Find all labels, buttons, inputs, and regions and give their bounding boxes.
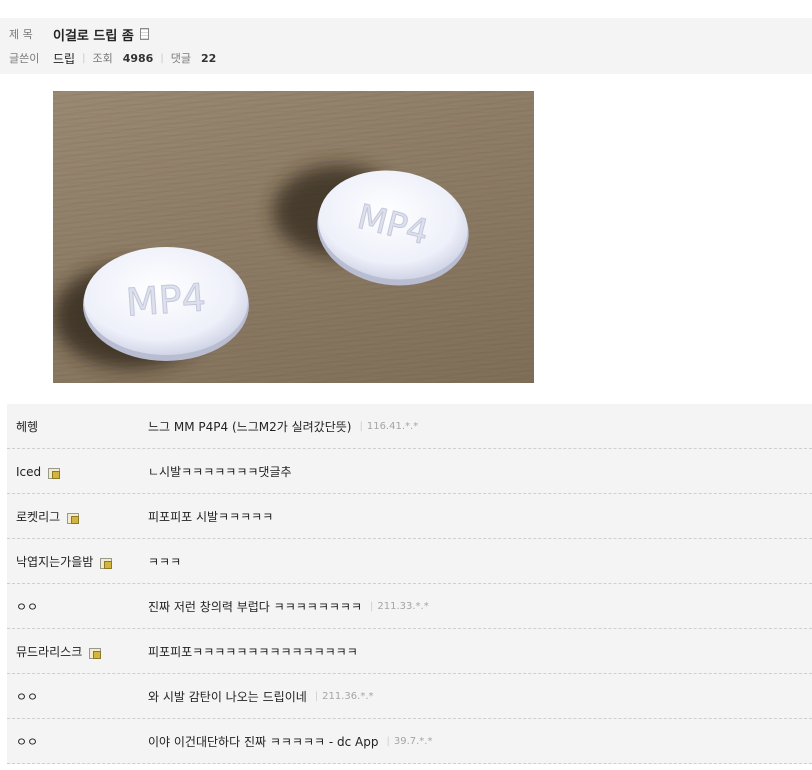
comment-row: 뮤드라리스크 피포피포ㅋㅋㅋㅋㅋㅋㅋㅋㅋㅋㅋㅋㅋㅋㅋ xyxy=(7,629,812,674)
post-header: 제 목 이걸로 드립 좀 글쓴이 드립 | 조회 4986 | 댓글 22 xyxy=(0,18,812,74)
post-image[interactable]: MP4 MP4 xyxy=(53,91,534,383)
comment-ip: 116.41.*.* xyxy=(366,421,419,432)
post-title: 이걸로 드립 좀 xyxy=(53,28,134,44)
comment-text: 피포피포ㅋㅋㅋㅋㅋㅋㅋㅋㅋㅋㅋㅋㅋㅋㅋ xyxy=(148,645,358,659)
comments-count: 22 xyxy=(200,51,217,65)
comment-author-name: 뮤드라리스크 xyxy=(16,645,83,659)
comment-body: 느그 MM P4P4 (느그M2가 실려갔단뜻) | 116.41.*.* xyxy=(148,404,418,449)
comment-author[interactable]: 헤헹 xyxy=(16,404,38,449)
gallog-icon[interactable] xyxy=(100,558,113,569)
comment-row: 낙엽지는가을밤 ㅋㅋㅋ xyxy=(7,539,812,584)
comment-text: 이야 이건대단하다 진짜 ㅋㅋㅋㅋㅋ - dc App xyxy=(148,735,379,749)
comment-body: 이야 이건대단하다 진짜 ㅋㅋㅋㅋㅋ - dc App | 39.7.*.* xyxy=(148,719,432,764)
post-title-row: 제 목 이걸로 드립 좀 xyxy=(9,24,149,44)
comment-author-name: ㅇㅇ xyxy=(16,600,39,614)
comment-author-name: 로켓리그 xyxy=(16,510,61,524)
title-label: 제 목 xyxy=(9,28,33,41)
post-meta-row: 글쓴이 드립 | 조회 4986 | 댓글 22 xyxy=(9,48,216,68)
comment-author[interactable]: ㅇㅇ xyxy=(16,674,38,719)
comment-body: 진짜 저런 창의력 부럽다 ㅋㅋㅋㅋㅋㅋㅋㅋ | 211.33.*.* xyxy=(148,584,429,629)
comment-text: 진짜 저런 창의력 부럽다 ㅋㅋㅋㅋㅋㅋㅋㅋ xyxy=(148,600,362,614)
comment-ip: 211.33.*.* xyxy=(377,601,429,612)
document-icon xyxy=(139,28,149,40)
views-count: 4986 xyxy=(122,51,154,65)
comment-text: 느그 MM P4P4 (느그M2가 실려갔단뜻) xyxy=(148,420,352,434)
comment-author-name: 낙엽지는가을밤 xyxy=(16,555,94,569)
comment-author[interactable]: 로켓리그 xyxy=(16,494,80,539)
divider: | xyxy=(82,52,86,64)
pill-left: MP4 xyxy=(83,247,249,361)
comment-row: 헤헹 느그 MM P4P4 (느그M2가 실려갔단뜻) | 116.41.*.* xyxy=(7,404,812,449)
divider: | xyxy=(359,421,363,432)
comment-author-name: ㅇㅇ xyxy=(16,690,39,704)
comment-body: ㄴ시발ㅋㅋㅋㅋㅋㅋㅋ댓글추 xyxy=(148,449,292,494)
comment-text: ㅋㅋㅋ xyxy=(148,555,182,569)
comment-author-name: ㅇㅇ xyxy=(16,735,39,749)
pill-imprint: MP4 xyxy=(125,275,208,324)
divider: | xyxy=(386,736,390,747)
comments-label: 댓글 xyxy=(170,52,191,65)
author-label: 글쓴이 xyxy=(9,52,40,65)
gallog-icon[interactable] xyxy=(67,513,80,524)
gallog-icon[interactable] xyxy=(48,468,61,479)
comment-text: ㄴ시발ㅋㅋㅋㅋㅋㅋㅋ댓글추 xyxy=(148,465,292,479)
comment-row: Iced ㄴ시발ㅋㅋㅋㅋㅋㅋㅋ댓글추 xyxy=(7,449,812,494)
pills-photo: MP4 MP4 xyxy=(53,165,469,368)
comment-row: ㅇㅇ 와 시발 감탄이 나오는 드립이네 | 211.36.*.* xyxy=(7,674,812,719)
comment-row: ㅇㅇ 이야 이건대단하다 진짜 ㅋㅋㅋㅋㅋ - dc App | 39.7.*.* xyxy=(7,719,812,764)
comment-ip: 39.7.*.* xyxy=(393,736,433,747)
views-label: 조회 xyxy=(92,52,113,65)
comment-text: 피포피포 시발ㅋㅋㅋㅋㅋ xyxy=(148,510,274,524)
comment-body: 피포피포ㅋㅋㅋㅋㅋㅋㅋㅋㅋㅋㅋㅋㅋㅋㅋ xyxy=(148,629,358,674)
comment-row: ㅇㅇ 진짜 저런 창의력 부럽다 ㅋㅋㅋㅋㅋㅋㅋㅋ | 211.33.*.* xyxy=(7,584,812,629)
comment-row: 로켓리그 피포피포 시발ㅋㅋㅋㅋㅋ xyxy=(7,494,812,539)
comment-author-name: Iced xyxy=(16,464,42,479)
comment-author[interactable]: Iced xyxy=(16,449,61,494)
comment-author-name: 헤헹 xyxy=(16,420,39,434)
gallog-icon[interactable] xyxy=(89,648,102,659)
comment-author[interactable]: 낙엽지는가을밤 xyxy=(16,539,113,584)
divider: | xyxy=(369,601,374,612)
comment-list: 헤헹 느그 MM P4P4 (느그M2가 실려갔단뜻) | 116.41.*.* I… xyxy=(7,404,812,764)
comment-body: 피포피포 시발ㅋㅋㅋㅋㅋ xyxy=(148,494,273,539)
divider: | xyxy=(314,691,319,702)
comment-author[interactable]: ㅇㅇ xyxy=(16,584,38,629)
comment-author[interactable]: ㅇㅇ xyxy=(16,719,38,764)
comment-ip: 211.36.*.* xyxy=(322,691,374,702)
comment-body: ㅋㅋㅋ xyxy=(148,539,181,584)
divider: | xyxy=(160,52,164,64)
comment-body: 와 시발 감탄이 나오는 드립이네 | 211.36.*.* xyxy=(148,674,374,719)
comment-text: 와 시발 감탄이 나오는 드립이네 xyxy=(148,690,307,704)
author-name[interactable]: 드립 xyxy=(53,50,75,67)
comment-author[interactable]: 뮤드라리스크 xyxy=(16,629,102,674)
